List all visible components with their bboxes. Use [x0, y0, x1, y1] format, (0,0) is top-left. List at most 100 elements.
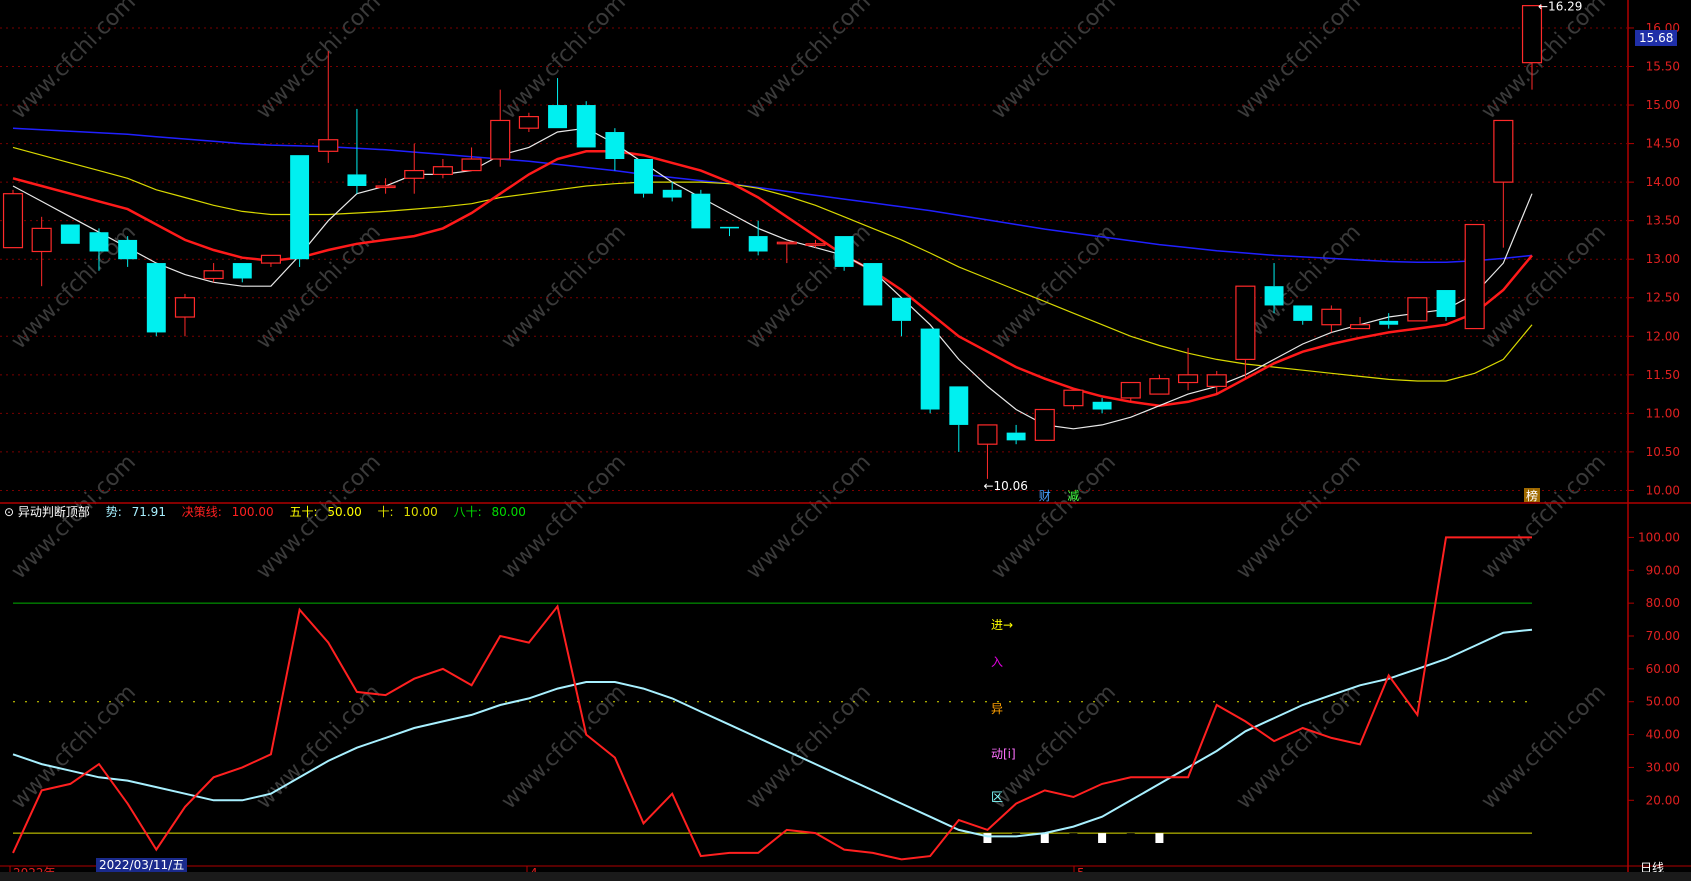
candle-body	[1006, 432, 1026, 441]
ma-blue-line	[12, 127, 1533, 264]
candle[interactable]	[576, 101, 596, 148]
price-tick-label: 10.50	[1646, 445, 1680, 459]
candle[interactable]	[290, 155, 310, 267]
bottom-tab-bar[interactable]	[0, 872, 1691, 881]
candle-body	[203, 270, 224, 280]
candle-body	[60, 224, 80, 244]
watermark-text: www.cfchi.com	[1232, 0, 1366, 124]
candle[interactable]	[375, 178, 396, 194]
ind-tick-label: 100.00	[1638, 530, 1680, 544]
candle-body	[920, 328, 940, 410]
candle[interactable]	[863, 263, 883, 306]
candle-body	[118, 239, 138, 260]
candle-body	[1321, 308, 1342, 326]
candle[interactable]	[1120, 381, 1141, 402]
candle[interactable]	[31, 216, 52, 287]
cursor-date: 2022/03/11/五	[96, 858, 188, 873]
candle[interactable]	[461, 147, 482, 172]
candle[interactable]	[2, 189, 24, 249]
candle[interactable]	[634, 159, 653, 198]
watermark-text: www.cfchi.com	[7, 0, 141, 124]
candle[interactable]	[748, 220, 768, 256]
candle[interactable]	[60, 224, 80, 244]
candle[interactable]	[1464, 223, 1485, 330]
candle[interactable]	[203, 263, 224, 283]
candle[interactable]	[146, 263, 166, 337]
watermark-text: www.cfchi.com	[497, 680, 631, 814]
signal-text: 进→	[991, 618, 1013, 632]
event-marker[interactable]: 财	[1039, 489, 1051, 503]
event-marker[interactable]: 榜	[1526, 488, 1538, 503]
candle-body	[31, 227, 52, 253]
candle-body	[1178, 374, 1199, 384]
candle-body	[1149, 378, 1170, 395]
candle[interactable]	[977, 424, 998, 479]
candle[interactable]	[920, 328, 940, 414]
eighty-label: 八十: 80.00	[453, 505, 526, 519]
candle[interactable]	[347, 108, 367, 194]
candle-body	[548, 105, 568, 129]
candle[interactable]	[1321, 305, 1342, 333]
candle-body	[776, 241, 797, 245]
ind-tick-label: 30.00	[1646, 760, 1680, 774]
candle[interactable]	[1407, 297, 1428, 322]
candle-body	[805, 243, 826, 246]
candle-body	[232, 263, 252, 279]
candle[interactable]	[432, 159, 453, 179]
candle[interactable]	[1149, 374, 1170, 395]
grid-lines	[0, 0, 1691, 881]
candle[interactable]	[1006, 424, 1026, 445]
candle[interactable]	[1493, 119, 1514, 248]
candle-body	[834, 236, 854, 267]
watermark-text: www.cfchi.com	[1477, 220, 1611, 354]
watermark-text: www.cfchi.com	[1477, 680, 1611, 814]
candle-body	[260, 254, 282, 264]
decision-label: 决策线: 100.00	[181, 505, 274, 519]
candle[interactable]	[720, 226, 739, 237]
candle[interactable]	[118, 236, 138, 267]
candle-body	[89, 232, 109, 252]
candle[interactable]	[174, 293, 196, 337]
watermark-text: www.cfchi.com	[987, 220, 1121, 354]
stock-chart[interactable]: www.cfchi.com www.cfchi.com www.cfchi.com w…	[0, 0, 1691, 881]
candle-body	[404, 169, 425, 179]
price-tick-label: 12.00	[1646, 329, 1680, 343]
candle[interactable]	[232, 263, 252, 283]
candle[interactable]	[1293, 305, 1313, 325]
candle[interactable]	[260, 254, 282, 267]
candle-body	[146, 263, 166, 333]
indicator-name: ⊙ 异动判断顶部	[4, 505, 90, 519]
candle[interactable]	[834, 236, 854, 271]
candle[interactable]	[892, 297, 911, 337]
candle-body	[1493, 119, 1514, 183]
candle-body	[347, 174, 367, 186]
candle-body	[518, 116, 539, 129]
candle-body	[1206, 374, 1227, 387]
signal-block	[1040, 833, 1049, 843]
candle[interactable]	[1092, 397, 1112, 414]
candle-body	[1120, 381, 1141, 399]
candle[interactable]	[1379, 313, 1399, 329]
watermark-text: www.cfchi.com	[1477, 0, 1611, 124]
signal-block	[983, 833, 992, 843]
watermark-text: www.cfchi.com	[252, 220, 386, 354]
candle[interactable]	[605, 128, 625, 171]
price-tick-label: 11.00	[1646, 406, 1680, 420]
candle[interactable]	[691, 189, 711, 229]
ind-tick-label: 70.00	[1646, 629, 1680, 643]
candle-body	[863, 263, 883, 306]
price-tick-label: 12.50	[1646, 291, 1680, 305]
ten-label: 十: 10.00	[377, 505, 438, 519]
candle[interactable]	[949, 386, 969, 452]
candle[interactable]	[1063, 389, 1084, 410]
watermark-text: www.cfchi.com	[742, 0, 876, 124]
signal-text: 异	[991, 702, 1003, 716]
watermark-text: www.cfchi.com	[1477, 450, 1611, 584]
candle[interactable]	[1436, 290, 1456, 321]
candle[interactable]	[1034, 408, 1055, 441]
event-marker[interactable]: 减	[1067, 489, 1079, 503]
candle[interactable]	[776, 241, 797, 264]
price-tick-label: 10.00	[1646, 483, 1680, 497]
signal-text: 区	[991, 790, 1003, 804]
ind-tick-label: 50.00	[1646, 695, 1680, 709]
